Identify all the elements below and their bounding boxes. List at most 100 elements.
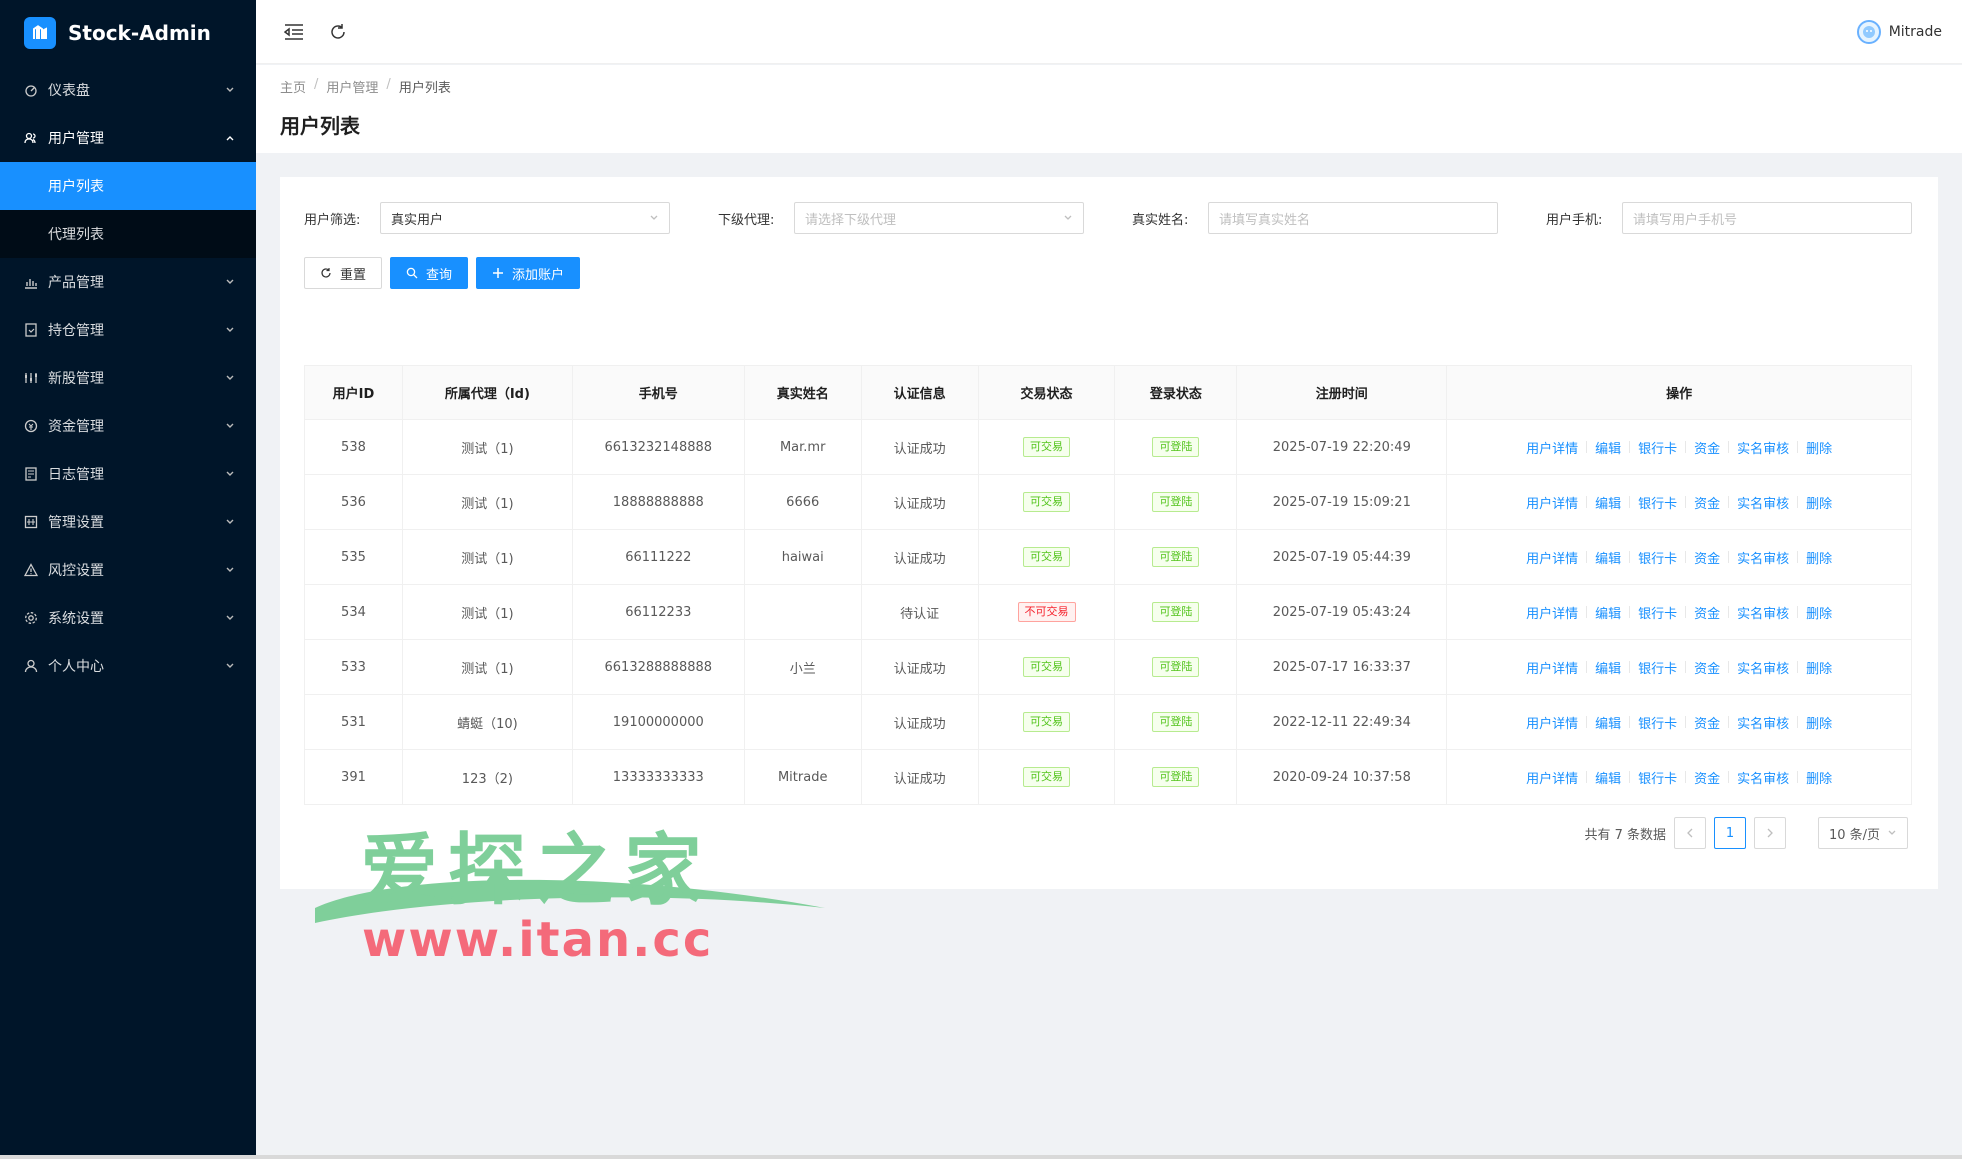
user-detail-link[interactable]: 用户详情	[1526, 768, 1578, 787]
breadcrumb-separator: /	[386, 77, 391, 92]
reset-button[interactable]: 重置	[304, 257, 383, 289]
sidebar-item-user-list[interactable]: 用户列表	[0, 162, 256, 210]
funds-link[interactable]: 资金	[1694, 603, 1720, 622]
sidebar-item-risk-settings[interactable]: 风控设置	[0, 546, 256, 594]
delete-link[interactable]: 删除	[1806, 603, 1832, 622]
trade-status-badge: 可交易	[1023, 437, 1071, 457]
sidebar-item-system-settings[interactable]: 系统设置	[0, 594, 256, 642]
chevron-right-icon	[1767, 828, 1773, 838]
funds-link[interactable]: 资金	[1694, 713, 1720, 732]
search-button[interactable]: 查询	[390, 257, 469, 289]
cell-id: 531	[304, 694, 403, 750]
edit-link[interactable]: 编辑	[1595, 603, 1621, 622]
kyc-review-link[interactable]: 实名审核	[1737, 438, 1789, 457]
kyc-review-link[interactable]: 实名审核	[1737, 548, 1789, 567]
money-icon	[24, 419, 38, 433]
funds-link[interactable]: 资金	[1694, 438, 1720, 457]
delete-link[interactable]: 删除	[1806, 438, 1832, 457]
user-icon	[24, 659, 38, 673]
breadcrumb-home[interactable]: 主页	[280, 77, 306, 96]
funds-link[interactable]: 资金	[1694, 548, 1720, 567]
page-number[interactable]: 1	[1714, 817, 1746, 849]
trade-status-badge: 可交易	[1023, 712, 1071, 732]
table-row: 538 测试（1) 6613232148888 Mar.mr 认证成功 可交易 可登陆 202…	[304, 419, 1912, 475]
sidebar-item-funds[interactable]: 资金管理	[0, 402, 256, 450]
user-filter-label: 用户筛选:	[304, 212, 361, 228]
user-detail-link[interactable]: 用户详情	[1526, 493, 1578, 512]
sidebar-item-dashboard[interactable]: 仪表盘	[0, 66, 256, 114]
chevron-up-icon	[224, 132, 236, 144]
refresh-button[interactable]	[318, 12, 358, 52]
sidebar-item-profile[interactable]: 个人中心	[0, 642, 256, 690]
bank-card-link[interactable]: 银行卡	[1638, 658, 1677, 677]
sidebar-item-user-management[interactable]: 用户管理	[0, 114, 256, 162]
bank-card-link[interactable]: 银行卡	[1638, 713, 1677, 732]
edit-link[interactable]: 编辑	[1595, 493, 1621, 512]
phone-filter-group: 用户手机: 请填写用户手机号	[1546, 202, 1912, 234]
delete-link[interactable]: 删除	[1806, 768, 1832, 787]
bottom-border	[0, 1155, 1962, 1159]
delete-link[interactable]: 删除	[1806, 493, 1832, 512]
breadcrumb-parent[interactable]: 用户管理	[326, 77, 378, 96]
edit-link[interactable]: 编辑	[1595, 768, 1621, 787]
top-header: Mitrade	[256, 0, 1962, 64]
bank-card-link[interactable]: 银行卡	[1638, 548, 1677, 567]
delete-link[interactable]: 删除	[1806, 713, 1832, 732]
action-divider	[1797, 716, 1799, 728]
bank-card-link[interactable]: 银行卡	[1638, 768, 1677, 787]
real-name-input[interactable]: 请填写真实姓名	[1208, 202, 1498, 234]
delete-link[interactable]: 删除	[1806, 658, 1832, 677]
delete-link[interactable]: 删除	[1806, 548, 1832, 567]
sidebar-item-logs[interactable]: 日志管理	[0, 450, 256, 498]
page-size-select[interactable]: 10 条/页	[1818, 817, 1908, 849]
user-detail-link[interactable]: 用户详情	[1526, 548, 1578, 567]
cell-id: 535	[304, 529, 403, 585]
kyc-review-link[interactable]: 实名审核	[1737, 603, 1789, 622]
action-divider	[1586, 441, 1588, 453]
chevron-down-icon	[224, 612, 236, 624]
bank-card-link[interactable]: 银行卡	[1638, 438, 1677, 457]
collapse-menu-button[interactable]	[274, 12, 314, 52]
funds-link[interactable]: 资金	[1694, 768, 1720, 787]
sidebar-item-ipo[interactable]: 新股管理	[0, 354, 256, 402]
action-divider	[1728, 441, 1730, 453]
funds-link[interactable]: 资金	[1694, 658, 1720, 677]
edit-link[interactable]: 编辑	[1595, 658, 1621, 677]
sidebar-item-admin-settings[interactable]: 管理设置	[0, 498, 256, 546]
next-page-button[interactable]	[1754, 817, 1786, 849]
user-detail-link[interactable]: 用户详情	[1526, 658, 1578, 677]
edit-link[interactable]: 编辑	[1595, 713, 1621, 732]
action-divider	[1797, 661, 1799, 673]
user-filter-select[interactable]: 真实用户	[380, 202, 670, 234]
logo[interactable]: Stock-Admin	[0, 0, 256, 66]
user-detail-link[interactable]: 用户详情	[1526, 438, 1578, 457]
user-group-icon	[24, 131, 38, 145]
edit-link[interactable]: 编辑	[1595, 438, 1621, 457]
agent-select[interactable]: 请选择下级代理	[794, 202, 1084, 234]
add-account-button[interactable]: 添加账户	[476, 257, 581, 289]
kyc-review-link[interactable]: 实名审核	[1737, 658, 1789, 677]
reset-label: 重置	[340, 267, 367, 283]
watermark-url: www.itan.cc	[362, 912, 714, 968]
chevron-down-icon	[224, 84, 236, 96]
bank-card-link[interactable]: 银行卡	[1638, 493, 1677, 512]
prev-page-button[interactable]	[1674, 817, 1706, 849]
breadcrumb: 主页 / 用户管理 / 用户列表	[280, 77, 1938, 96]
kyc-review-link[interactable]: 实名审核	[1737, 768, 1789, 787]
action-divider	[1728, 661, 1730, 673]
sidebar-item-label: 个人中心	[48, 659, 104, 675]
sidebar-item-products[interactable]: 产品管理	[0, 258, 256, 306]
edit-link[interactable]: 编辑	[1595, 548, 1621, 567]
user-detail-link[interactable]: 用户详情	[1526, 603, 1578, 622]
kyc-review-link[interactable]: 实名审核	[1737, 713, 1789, 732]
sidebar-item-agent-list[interactable]: 代理列表	[0, 210, 256, 258]
action-divider	[1728, 551, 1730, 563]
kyc-review-link[interactable]: 实名审核	[1737, 493, 1789, 512]
user-detail-link[interactable]: 用户详情	[1526, 713, 1578, 732]
sidebar-item-positions[interactable]: 持仓管理	[0, 306, 256, 354]
funds-link[interactable]: 资金	[1694, 493, 1720, 512]
phone-input[interactable]: 请填写用户手机号	[1622, 202, 1912, 234]
bank-card-link[interactable]: 银行卡	[1638, 603, 1677, 622]
user-menu[interactable]: Mitrade	[1856, 19, 1942, 44]
agent-filter-group: 下级代理: 请选择下级代理	[718, 202, 1084, 234]
